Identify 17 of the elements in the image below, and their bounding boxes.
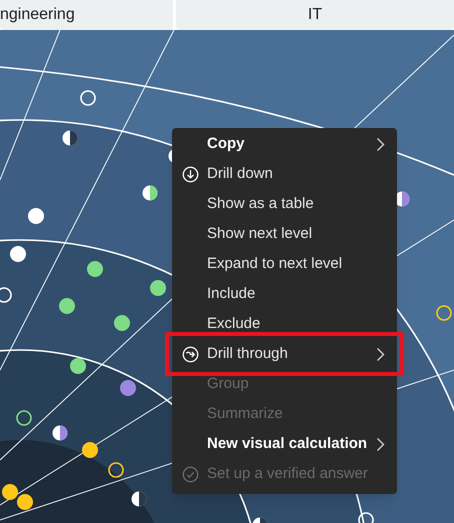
menu-item[interactable]: Copy: [172, 129, 397, 159]
tab[interactable]: IT: [176, 0, 454, 30]
chevron-right-icon: [376, 136, 385, 152]
menu-item[interactable]: Drill down: [172, 159, 397, 189]
menu-item[interactable]: Drill through: [172, 339, 397, 369]
tab[interactable]: ngineering: [0, 0, 173, 30]
chevron-right-icon: [376, 346, 385, 362]
menu-item[interactable]: New visual calculation: [172, 429, 397, 459]
menu-item[interactable]: Include: [172, 279, 397, 309]
chevron-right-icon: [376, 436, 385, 452]
menu-item[interactable]: Show next level: [172, 219, 397, 249]
menu-item[interactable]: Exclude: [172, 309, 397, 339]
arrow-down-circle-icon: [182, 166, 199, 182]
menu-item[interactable]: Show as a table: [172, 189, 397, 219]
arrow-right-circle-icon: [182, 346, 199, 362]
menu-item[interactable]: Expand to next level: [172, 249, 397, 279]
check-circle-icon: [182, 466, 199, 482]
